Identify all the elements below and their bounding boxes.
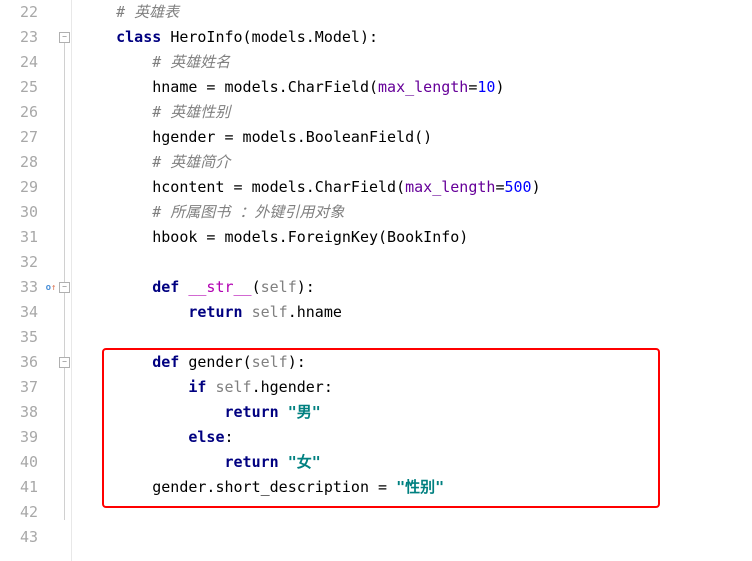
code-line[interactable]: def gender(self): — [80, 350, 752, 375]
code-text: hgender = models.BooleanField() — [152, 128, 432, 146]
string-literal: "男" — [288, 403, 321, 421]
param-self: self — [252, 353, 288, 371]
line-number: 26 — [0, 100, 38, 125]
line-number: 32 — [0, 250, 38, 275]
self-ref: self — [252, 303, 288, 321]
comment: # 英雄表 — [116, 3, 179, 21]
code-line[interactable]: return "男" — [80, 400, 752, 425]
arrow-up-icon: ↑ — [51, 283, 56, 293]
number: 10 — [477, 78, 495, 96]
fold-column: − − − — [58, 0, 72, 561]
code-line[interactable] — [80, 525, 752, 550]
line-number: 22 — [0, 0, 38, 25]
keyword: return — [225, 453, 288, 471]
code-line[interactable]: hname = models.CharField(max_length=10) — [80, 75, 752, 100]
code-text: hname = models.CharField( — [152, 78, 378, 96]
comment: # 英雄性别 — [152, 103, 230, 121]
line-number: 38 — [0, 400, 38, 425]
code-line[interactable]: hgender = models.BooleanField() — [80, 125, 752, 150]
code-line[interactable]: hbook = models.ForeignKey(BookInfo) — [80, 225, 752, 250]
marker-column: o↑ — [44, 0, 58, 561]
code-line[interactable]: gender.short_description = "性别" — [80, 475, 752, 500]
code-area[interactable]: # 英雄表 class HeroInfo(models.Model): # 英雄… — [72, 0, 752, 561]
dunder: __str__ — [188, 278, 251, 296]
comment: # 英雄简介 — [152, 153, 230, 171]
line-number: 42 — [0, 500, 38, 525]
code-line[interactable] — [80, 250, 752, 275]
keyword: def — [152, 353, 188, 371]
code-line[interactable]: if self.hgender: — [80, 375, 752, 400]
fold-toggle[interactable]: − — [59, 282, 70, 293]
line-number: 40 — [0, 450, 38, 475]
code-text: hbook = models.ForeignKey(BookInfo) — [152, 228, 468, 246]
line-number: 29 — [0, 175, 38, 200]
line-number: 37 — [0, 375, 38, 400]
fold-toggle[interactable]: − — [59, 32, 70, 43]
line-number: 25 — [0, 75, 38, 100]
string-literal: "性别" — [396, 478, 444, 496]
code-line[interactable]: # 英雄性别 — [80, 100, 752, 125]
code-text: hcontent = models.CharField( — [152, 178, 405, 196]
comment: # 所属图书 ：外键引用对象 — [152, 203, 344, 221]
line-number: 36 — [0, 350, 38, 375]
line-number: 43 — [0, 525, 38, 550]
keyword: else — [188, 428, 224, 446]
fold-toggle[interactable]: − — [59, 357, 70, 368]
param-self: self — [261, 278, 297, 296]
self-ref: self — [215, 378, 251, 396]
code-line[interactable]: class HeroInfo(models.Model): — [80, 25, 752, 50]
keyword: return — [225, 403, 288, 421]
override-marker[interactable]: o↑ — [44, 281, 58, 295]
kwarg: max_length — [378, 78, 468, 96]
line-number: 30 — [0, 200, 38, 225]
code-line[interactable]: # 英雄表 — [80, 0, 752, 25]
line-number: 33 — [0, 275, 38, 300]
code-line[interactable] — [80, 325, 752, 350]
line-number: 27 — [0, 125, 38, 150]
line-number: 24 — [0, 50, 38, 75]
code-line[interactable]: return self.hname — [80, 300, 752, 325]
line-number: 28 — [0, 150, 38, 175]
code-line[interactable]: hcontent = models.CharField(max_length=5… — [80, 175, 752, 200]
code-line[interactable]: return "女" — [80, 450, 752, 475]
code-text: gender.short_description = — [152, 478, 396, 496]
line-number: 34 — [0, 300, 38, 325]
code-editor: 22 23 24 25 26 27 28 29 30 31 32 33 34 3… — [0, 0, 752, 561]
line-number: 35 — [0, 325, 38, 350]
keyword: if — [188, 378, 215, 396]
keyword: def — [152, 278, 188, 296]
code-line[interactable]: # 英雄简介 — [80, 150, 752, 175]
comment: # 英雄姓名 — [152, 53, 230, 71]
line-number: 23 — [0, 25, 38, 50]
line-number-gutter: 22 23 24 25 26 27 28 29 30 31 32 33 34 3… — [0, 0, 44, 561]
func-name: gender — [188, 353, 242, 371]
class-decl: HeroInfo(models.Model): — [170, 28, 378, 46]
keyword: return — [188, 303, 251, 321]
line-number: 31 — [0, 225, 38, 250]
line-number: 41 — [0, 475, 38, 500]
string-literal: "女" — [288, 453, 321, 471]
line-number: 39 — [0, 425, 38, 450]
keyword: class — [116, 28, 170, 46]
code-line[interactable]: else: — [80, 425, 752, 450]
code-line[interactable]: # 所属图书 ：外键引用对象 — [80, 200, 752, 225]
number: 500 — [504, 178, 531, 196]
code-line[interactable]: # 英雄姓名 — [80, 50, 752, 75]
code-line[interactable]: def __str__(self): — [80, 275, 752, 300]
kwarg: max_length — [405, 178, 495, 196]
code-line[interactable] — [80, 500, 752, 525]
